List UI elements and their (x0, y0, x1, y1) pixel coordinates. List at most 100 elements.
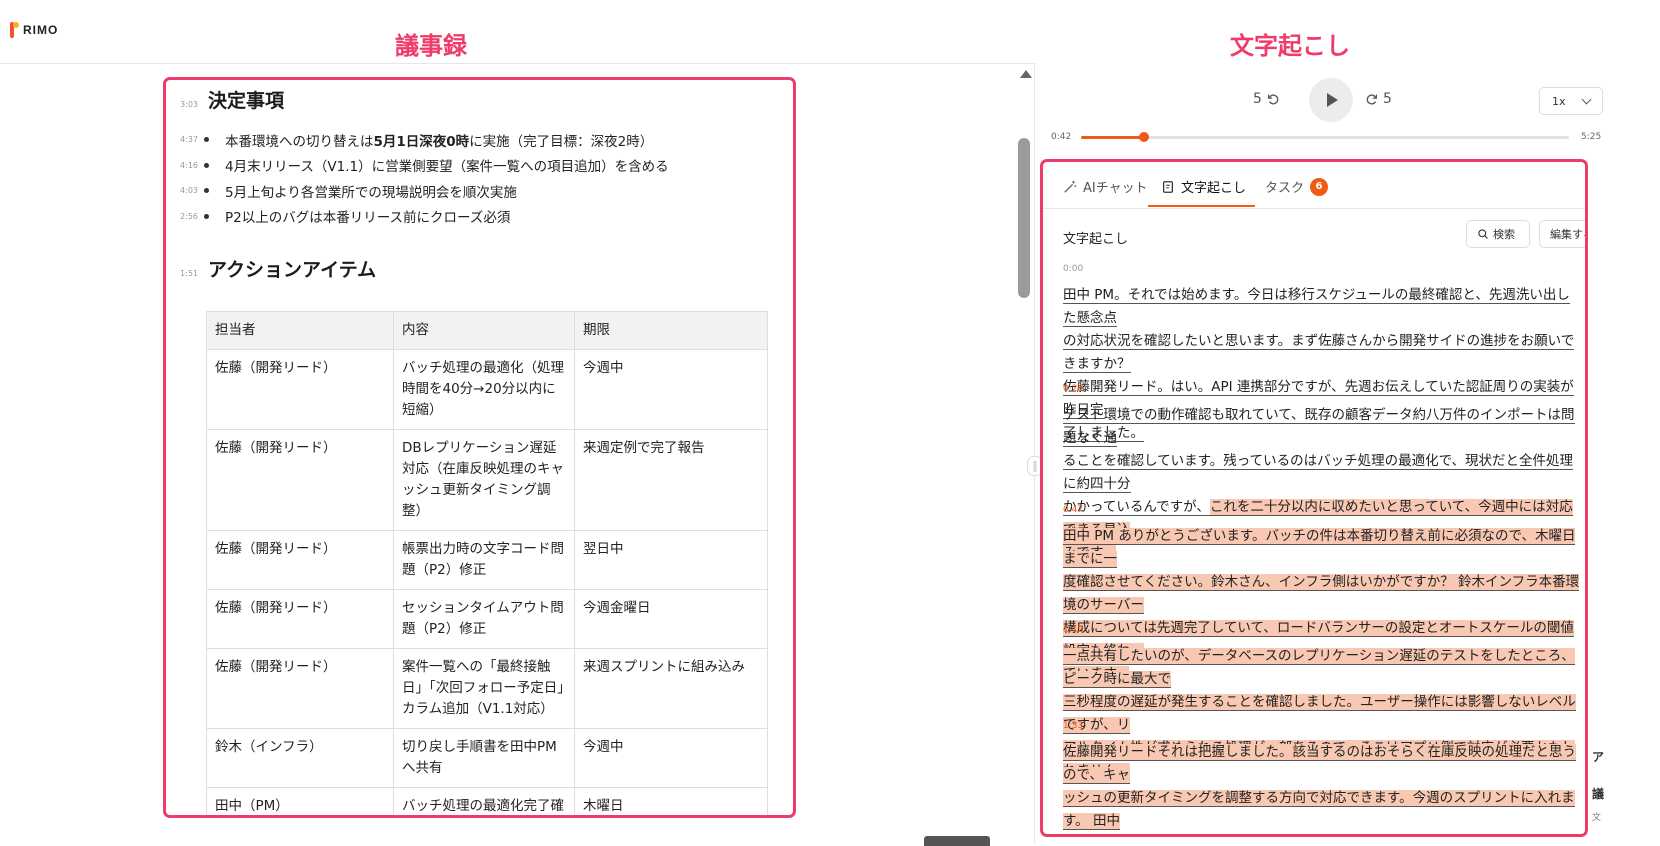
bottom-toolbar-tab[interactable] (924, 836, 990, 846)
rimo-logo-mark (10, 22, 19, 38)
tab-tasks-label: タスク (1265, 181, 1305, 196)
tab-tasks[interactable]: タスク 6 (1265, 177, 1329, 196)
decisions-heading-text: 決定事項 (208, 90, 285, 112)
edit-button-label: 編集する (1550, 228, 1585, 241)
cell-content[interactable]: 帳票出力時の文字コード問題（P2）修正 (393, 530, 575, 590)
cell-deadline[interactable]: 今週中 (574, 349, 768, 430)
action-items-table: 担当者 内容 期限 佐藤（開発リード） バッチ処理の最適化（処理時間を40分→20… (206, 311, 768, 815)
progress-fill (1081, 136, 1144, 139)
decision-item: 4:37 本番環境への切り替えは5月1日深夜0時に実施（完了目標：深夜2時） (180, 127, 669, 153)
table-row: 佐藤（開発リード） 帳票出力時の文字コード問題（P2）修正 翌日中 (206, 530, 768, 590)
decision-text: 5月上旬より各営業所での現場説明会を順次実施 (225, 184, 517, 201)
play-button[interactable] (1309, 78, 1353, 122)
decision-item: 4:16 4月末リリース（V1.1）に営業側要望（案件一覧への項目追加）を含める (180, 153, 669, 179)
tasks-count-badge: 6 (1310, 177, 1329, 196)
forward-icon (1366, 94, 1378, 105)
rimo-logo[interactable]: RIMO (10, 22, 58, 38)
decision-text: 4月末リリース（V1.1）に営業側要望（案件一覧への項目追加）を含める (225, 159, 669, 176)
table-row: 鈴木（インフラ） 切り戻し手順書を田中PMへ共有 今週中 (206, 728, 768, 788)
cell-deadline[interactable]: 来週定例で完了報告 (574, 429, 768, 531)
transcript-panel: AIチャット 文字起こし タスク 6 文字起こし 検索 編集する 0:00田中 … (1040, 159, 1588, 837)
cell-content[interactable]: バッチ処理の最適化（処理時間を40分→20分以内に短縮） (393, 349, 575, 430)
segment-timestamp[interactable]: 0:26 (1063, 384, 1583, 394)
table-row: 佐藤（開発リード） DBレプリケーション遅延対応（在庫反映処理のキャッシュ更新タイ… (206, 429, 768, 531)
bullet-icon (204, 188, 209, 194)
cell-owner[interactable]: 佐藤（開発リード） (206, 648, 394, 729)
annotation-transcript: 文字起こし (1230, 32, 1350, 60)
bullet-icon (204, 162, 209, 168)
chevron-down-icon (1581, 94, 1592, 105)
skip-forward-seconds: 5 (1383, 91, 1392, 107)
progress-slider[interactable] (1081, 132, 1569, 142)
segment-timestamp[interactable]: 1:12 (1063, 625, 1583, 635)
scroll-up-arrow-icon[interactable] (1020, 70, 1032, 78)
minutes-scrollbar-thumb[interactable] (1018, 138, 1030, 298)
current-time: 0:42 (1051, 132, 1072, 142)
cell-deadline[interactable]: 木曜日 (574, 787, 768, 815)
playback-speed-value: 1x (1552, 95, 1566, 108)
skip-forward-button[interactable]: 5 (1365, 91, 1392, 107)
decision-timestamp[interactable]: 4:03 (180, 186, 198, 195)
decision-timestamp[interactable]: 4:16 (180, 161, 198, 170)
column-header-deadline: 期限 (574, 311, 768, 350)
edge-peek-a: ア (1592, 750, 1605, 764)
tab-transcript-label: 文字起こし (1181, 181, 1247, 196)
cell-owner[interactable]: 佐藤（開発リード） (206, 589, 394, 649)
actions-heading: 1:51 アクションアイテム (180, 255, 376, 282)
cell-owner[interactable]: 佐藤（開発リード） (206, 429, 394, 531)
search-button-label: 検索 (1493, 228, 1515, 241)
tab-ai-chat[interactable]: AIチャット (1063, 177, 1148, 196)
progress-knob[interactable] (1138, 132, 1149, 142)
cell-owner[interactable]: 田中（PM） (206, 787, 394, 815)
search-button[interactable]: 検索 (1466, 220, 1530, 248)
edge-peek-b: 議 (1592, 787, 1605, 801)
cell-content[interactable]: 案件一覧への「最終接触日」「次回フォロー予定日」カラム追加（V1.1対応） (393, 648, 575, 729)
edge-peek-c: 文 (1592, 813, 1602, 823)
transcript-segment: 1:33 佐藤開発リードそれは把握しました。該当するのはおそらく在庫反映の処理だ… (1063, 721, 1583, 834)
decisions-list: 4:37 本番環境への切り替えは5月1日深夜0時に実施（完了目標：深夜2時） 4:1… (180, 127, 669, 229)
cell-content[interactable]: DBレプリケーション遅延対応（在庫反映処理のキャッシュ更新タイミング調整） (393, 429, 575, 531)
segment-timestamp[interactable]: 0:47 (1063, 505, 1583, 515)
segment-timestamp[interactable]: 0:00 (1063, 264, 1583, 274)
table-row: 佐藤（開発リード） セッションタイムアウト問題（P2）修正 今週金曜日 (206, 589, 768, 649)
transcript-title: 文字起こし (1063, 232, 1129, 247)
tab-ai-chat-label: AIチャット (1083, 181, 1148, 196)
cell-content[interactable]: セッションタイムアウト問題（P2）修正 (393, 589, 575, 649)
search-icon (1478, 229, 1488, 239)
decision-text: 本番環境への切り替えは5月1日深夜0時に実施（完了目標：深夜2時） (225, 133, 654, 150)
segment-text[interactable]: 佐藤開発リードそれは把握しました。該当するのはおそらく在庫反映の処理だと思うので… (1063, 741, 1583, 834)
audio-player: 5 5 1x 0:42 5:25 (1035, 64, 1605, 154)
decision-text: P2以上のバグは本番リリース前にクローズ必須 (225, 210, 511, 227)
pane-divider (1034, 63, 1035, 843)
segment-timestamp[interactable]: 1:33 (1063, 721, 1583, 731)
cell-deadline[interactable]: 今週中 (574, 728, 768, 788)
actions-timestamp[interactable]: 1:51 (180, 269, 198, 278)
cell-deadline[interactable]: 来週スプリントに組み込み (574, 648, 768, 729)
column-header-owner: 担当者 (206, 311, 394, 350)
decisions-timestamp[interactable]: 3:03 (180, 100, 198, 109)
decision-item: 4:03 5月上旬より各営業所での現場説明会を順次実施 (180, 178, 669, 204)
cell-deadline[interactable]: 今週金曜日 (574, 589, 768, 649)
skip-back-button[interactable]: 5 (1253, 91, 1280, 107)
skip-back-seconds: 5 (1253, 91, 1262, 107)
bullet-icon (204, 213, 209, 219)
tab-transcript[interactable]: 文字起こし (1161, 177, 1246, 196)
edit-button[interactable]: 編集する (1539, 220, 1585, 248)
decision-timestamp[interactable]: 4:37 (180, 135, 198, 144)
cell-owner[interactable]: 佐藤（開発リード） (206, 530, 394, 590)
table-header-row: 担当者 内容 期限 (206, 311, 768, 350)
cell-content[interactable]: 切り戻し手順書を田中PMへ共有 (393, 728, 575, 788)
annotation-minutes: 議事録 (395, 32, 467, 60)
playback-speed-select[interactable]: 1x (1539, 87, 1603, 115)
total-time: 5:25 (1581, 132, 1602, 142)
table-row: 佐藤（開発リード） バッチ処理の最適化（処理時間を40分→20分以内に短縮） 今週中 (206, 349, 768, 430)
minutes-panel: 3:03 決定事項 4:37 本番環境への切り替えは5月1日深夜0時に実施（完了目… (163, 77, 796, 818)
actions-heading-text: アクションアイテム (208, 259, 377, 281)
cell-deadline[interactable]: 翌日中 (574, 530, 768, 590)
rimo-logo-text: RIMO (23, 23, 59, 37)
cell-owner[interactable]: 佐藤（開発リード） (206, 349, 394, 430)
cell-owner[interactable]: 鈴木（インフラ） (206, 728, 394, 788)
cell-content[interactable]: バッチ処理の最適化完了確認 (393, 787, 575, 815)
magic-wand-icon (1064, 180, 1077, 193)
decision-timestamp[interactable]: 2:56 (180, 212, 198, 221)
